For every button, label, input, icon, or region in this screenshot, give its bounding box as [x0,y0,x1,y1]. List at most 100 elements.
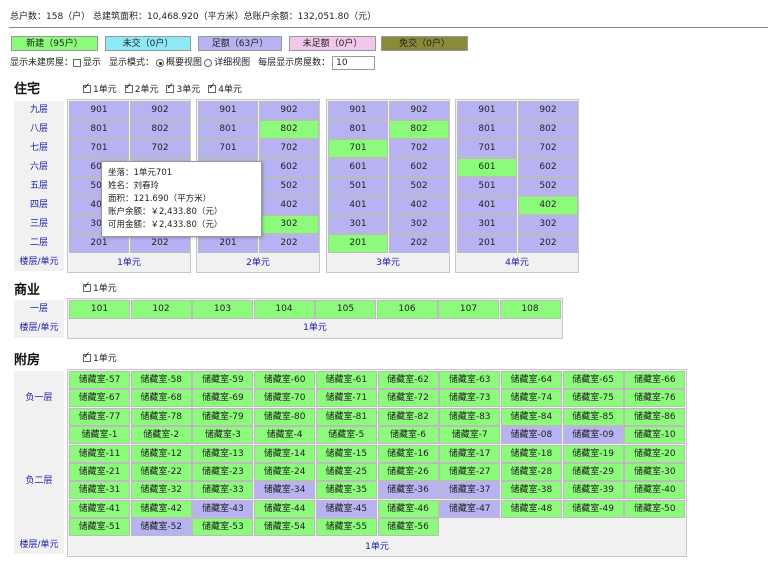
room-cell[interactable]: 702 [130,139,190,158]
room-cell[interactable]: 储藏室-24 [254,463,316,481]
room-cell[interactable]: 储藏室-66 [624,371,686,389]
room-cell[interactable]: 储藏室-48 [500,499,562,518]
room-cell[interactable]: 801 [69,120,129,139]
room-cell[interactable]: 储藏室-10 [624,426,686,445]
room-cell[interactable]: 储藏室-86 [624,407,686,426]
room-cell[interactable]: 储藏室-70 [254,389,316,408]
room-cell[interactable]: 储藏室-71 [315,389,377,408]
room-cell[interactable]: 储藏室-21 [69,463,130,481]
room-cell[interactable]: 105 [315,300,376,319]
room-cell[interactable]: 302 [518,215,578,234]
room-cell[interactable]: 储藏室-5 [315,426,377,445]
room-cell[interactable]: 701 [69,139,129,158]
room-cell[interactable]: 601 [328,158,388,177]
room-cell[interactable]: 储藏室-25 [315,463,377,481]
room-cell[interactable]: 储藏室-82 [377,407,439,426]
room-cell[interactable]: 402 [259,196,319,215]
legend-exempt[interactable]: 免交（0户） [381,36,468,51]
room-cell[interactable]: 302 [259,215,319,234]
legend-unpaid[interactable]: 未交（0户） [105,36,191,51]
room-cell[interactable]: 301 [457,215,517,234]
room-cell[interactable]: 104 [253,300,315,319]
legend-new[interactable]: 新建（95户） [11,36,98,51]
room-cell[interactable]: 储藏室-55 [315,518,377,537]
room-cell[interactable]: 储藏室-51 [69,518,130,537]
floor-label[interactable]: 九层 [14,101,64,120]
floor-label[interactable]: 五层 [14,177,64,196]
room-cell[interactable]: 储藏室-26 [377,463,439,481]
room-cell[interactable]: 储藏室-6 [377,426,439,445]
room-cell[interactable]: 602 [389,158,449,177]
floor-label[interactable]: 六层 [14,158,64,177]
room-cell[interactable]: 储藏室-17 [439,444,501,463]
floor-label[interactable]: 七层 [14,139,64,158]
room-cell[interactable]: 储藏室-29 [562,463,624,481]
room-cell[interactable]: 储藏室-11 [69,444,130,463]
room-cell[interactable]: 602 [518,158,578,177]
floor-label[interactable]: 三层 [14,215,64,234]
room-cell[interactable]: 储藏室-13 [192,444,254,463]
room-cell[interactable]: 储藏室-36 [377,481,439,500]
room-cell[interactable]: 201 [457,234,517,253]
room-cell[interactable]: 储藏室-76 [624,389,686,408]
room-cell[interactable]: 储藏室-18 [500,444,562,463]
room-cell[interactable]: 801 [198,120,258,139]
room-cell[interactable]: 储藏室-12 [130,444,192,463]
room-cell[interactable]: 901 [198,101,258,120]
floor-label[interactable]: 负一层 [14,371,64,426]
room-cell[interactable]: 储藏室-41 [69,499,130,518]
room-cell[interactable]: 储藏室-50 [624,499,686,518]
legend-full[interactable]: 足额（63户） [198,36,282,51]
room-cell[interactable]: 储藏室-33 [192,481,254,500]
room-cell[interactable]: 储藏室-37 [439,481,501,500]
room-cell[interactable]: 储藏室-62 [377,371,439,389]
room-cell[interactable]: 701 [328,139,388,158]
commercial-unit-checkbox[interactable] [83,282,91,292]
room-cell[interactable]: 储藏室-60 [254,371,316,389]
room-cell[interactable]: 储藏室-73 [439,389,501,408]
annex-unit-checkbox[interactable] [83,352,91,362]
room-cell[interactable]: 802 [389,120,449,139]
room-cell[interactable]: 702 [389,139,449,158]
room-cell[interactable]: 储藏室-16 [377,444,439,463]
room-cell[interactable]: 702 [259,139,319,158]
room-cell[interactable]: 901 [69,101,129,120]
room-cell[interactable]: 储藏室-74 [500,389,562,408]
room-cell[interactable]: 储藏室-85 [562,407,624,426]
room-cell[interactable]: 702 [518,139,578,158]
room-cell[interactable]: 107 [438,300,499,319]
room-cell[interactable]: 储藏室-4 [254,426,316,445]
floor-label[interactable]: 四层 [14,196,64,215]
room-cell[interactable]: 储藏室-23 [192,463,254,481]
room-cell[interactable]: 储藏室-3 [192,426,254,445]
room-cell[interactable]: 106 [376,300,438,319]
residential-unit-checkbox-1[interactable] [83,83,91,93]
room-cell[interactable]: 108 [499,300,561,319]
room-cell[interactable]: 储藏室-09 [562,426,624,445]
room-cell[interactable]: 402 [389,196,449,215]
room-cell[interactable]: 202 [389,234,449,253]
unit-label[interactable]: 1单元 [67,255,191,271]
room-cell[interactable]: 601 [457,158,517,177]
room-cell[interactable]: 储藏室-2 [130,426,192,445]
room-cell[interactable]: 储藏室-65 [562,371,624,389]
room-cell[interactable]: 902 [130,101,190,120]
room-cell[interactable]: 502 [518,177,578,196]
floor-label[interactable]: 二层 [14,234,64,253]
room-cell[interactable]: 902 [389,101,449,120]
unit-label[interactable]: 2单元 [196,255,320,271]
room-cell[interactable]: 401 [328,196,388,215]
room-cell[interactable]: 801 [457,120,517,139]
room-cell[interactable]: 储藏室-52 [130,518,192,537]
room-cell[interactable]: 储藏室-84 [500,407,562,426]
room-cell[interactable]: 501 [457,177,517,196]
room-cell[interactable]: 501 [328,177,388,196]
room-cell[interactable]: 储藏室-31 [69,481,130,500]
room-cell[interactable]: 储藏室-64 [500,371,562,389]
room-cell[interactable]: 402 [518,196,578,215]
room-cell[interactable]: 储藏室-40 [624,481,686,500]
room-cell[interactable]: 901 [328,101,388,120]
room-cell[interactable]: 储藏室-68 [130,389,192,408]
mode-overview-radio[interactable] [156,59,165,67]
room-cell[interactable]: 储藏室-56 [377,518,439,537]
